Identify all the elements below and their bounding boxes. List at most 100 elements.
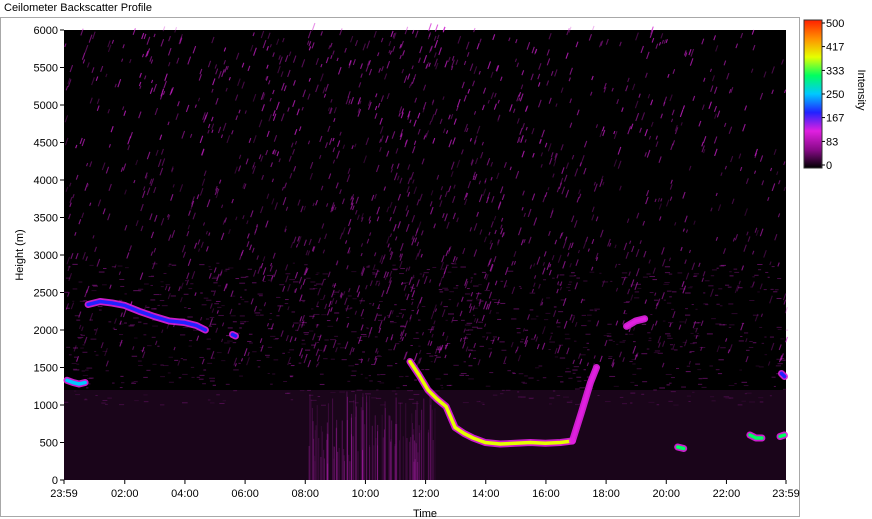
- noise-pixel: [339, 347, 346, 349]
- noise-pixel: [623, 301, 630, 303]
- noise-pixel: [398, 312, 403, 314]
- noise-pixel: [165, 284, 170, 286]
- noise-pixel: [501, 349, 507, 351]
- noise-pixel: [648, 340, 652, 342]
- chart: 6000550050004500400035003000250020001500…: [14, 22, 800, 518]
- y-tick-label: 1500: [34, 363, 58, 375]
- noise-pixel: [239, 296, 243, 298]
- noise-pixel: [269, 312, 273, 314]
- noise-pixel: [79, 300, 86, 302]
- cloud-layer-point: [782, 374, 787, 379]
- noise-pixel: [430, 361, 433, 363]
- noise-pixel: [599, 272, 602, 274]
- noise-pixel: [232, 321, 237, 323]
- noise-pixel: [650, 314, 653, 316]
- noise-pixel: [669, 344, 674, 346]
- x-tick-label: 10:00: [352, 488, 380, 500]
- cloud-layer-point: [625, 324, 629, 328]
- noise-pixel: [313, 313, 320, 315]
- noise-pixel: [78, 281, 83, 283]
- noise-pixel: [240, 323, 245, 325]
- colorbar-tick-label: 333: [826, 65, 844, 77]
- noise-pixel: [330, 358, 335, 360]
- x-tick-label: 04:00: [171, 488, 199, 500]
- x-tick-label: 22:00: [713, 488, 741, 500]
- noise-pixel: [717, 373, 723, 375]
- noise-pixel: [224, 270, 228, 272]
- noise-pixel: [468, 378, 474, 380]
- noise-pixel: [708, 285, 714, 287]
- noise-pixel: [441, 387, 444, 389]
- y-axis-label: Height (m): [14, 229, 26, 280]
- noise-pixel: [763, 289, 767, 291]
- noise-pixel: [749, 340, 753, 342]
- noise-pixel: [568, 377, 573, 379]
- noise-pixel: [679, 288, 686, 290]
- noise-pixel: [269, 318, 272, 320]
- noise-pixel: [582, 299, 586, 301]
- noise-pixel: [227, 327, 233, 329]
- noise-pixel: [244, 301, 249, 303]
- cloud-layer-point: [498, 442, 502, 446]
- noise-pixel: [752, 276, 755, 278]
- noise-pixel: [634, 384, 638, 386]
- noise-pixel: [74, 315, 80, 317]
- noise-pixel: [300, 299, 306, 301]
- noise-pixel: [111, 266, 116, 268]
- noise-pixel: [750, 286, 753, 288]
- noise-pixel: [442, 287, 448, 289]
- noise-pixel: [148, 276, 154, 278]
- noise-pixel: [499, 341, 505, 343]
- noise-pixel: [673, 349, 678, 351]
- noise-pixel: [476, 299, 481, 301]
- noise-pixel: [86, 367, 93, 369]
- noise-pixel: [473, 357, 477, 359]
- noise-pixel: [67, 266, 71, 268]
- noise-pixel: [692, 342, 697, 344]
- noise-pixel: [97, 306, 103, 308]
- noise-pixel: [317, 342, 320, 344]
- noise-pixel: [351, 370, 357, 372]
- noise-pixel: [260, 314, 264, 316]
- noise-pixel: [443, 306, 448, 308]
- noise-pixel: [507, 370, 511, 372]
- noise-pixel: [755, 365, 760, 367]
- cloud-layer-point: [152, 314, 156, 319]
- noise-pixel: [188, 288, 193, 290]
- noise-pixel: [558, 311, 564, 313]
- noise-pixel: [466, 322, 473, 324]
- chart-panel: 6000 5500 5000 4500 4000 3500 3000 2500 2000 1500…: [0, 17, 800, 518]
- noise-pixel: [446, 264, 449, 266]
- noise-pixel: [350, 375, 356, 377]
- noise-pixel: [447, 343, 451, 345]
- cloud-layer-point: [86, 302, 90, 307]
- noise-pixel: [606, 333, 612, 335]
- colorbar-tick-label: 500: [826, 18, 844, 30]
- noise-pixel: [389, 320, 394, 322]
- noise-pixel: [388, 349, 392, 351]
- noise-pixel: [629, 361, 633, 363]
- noise-pixel: [711, 318, 716, 320]
- cloud-layer-point: [194, 323, 198, 328]
- noise-pixel: [351, 271, 357, 273]
- noise-pixel: [249, 342, 253, 344]
- x-tick-label: 06:00: [231, 488, 259, 500]
- noise-pixel: [366, 328, 369, 330]
- y-tick-label: 4000: [34, 175, 58, 187]
- noise-pixel: [770, 288, 774, 290]
- noise-pixel: [394, 304, 397, 306]
- noise-pixel: [205, 318, 210, 320]
- noise-pixel: [118, 299, 123, 301]
- noise-pixel: [239, 375, 243, 377]
- y-tick-label: 500: [40, 438, 58, 450]
- noise-pixel: [179, 334, 186, 336]
- noise-pixel: [305, 349, 311, 351]
- noise-pixel: [372, 272, 376, 274]
- noise-pixel: [684, 314, 691, 316]
- noise-pixel: [427, 329, 434, 331]
- noise-pixel: [435, 356, 441, 358]
- y-tick-label: 5000: [34, 100, 58, 112]
- noise-pixel: [366, 266, 370, 268]
- noise-pixel: [693, 322, 700, 324]
- noise-pixel: [667, 335, 672, 337]
